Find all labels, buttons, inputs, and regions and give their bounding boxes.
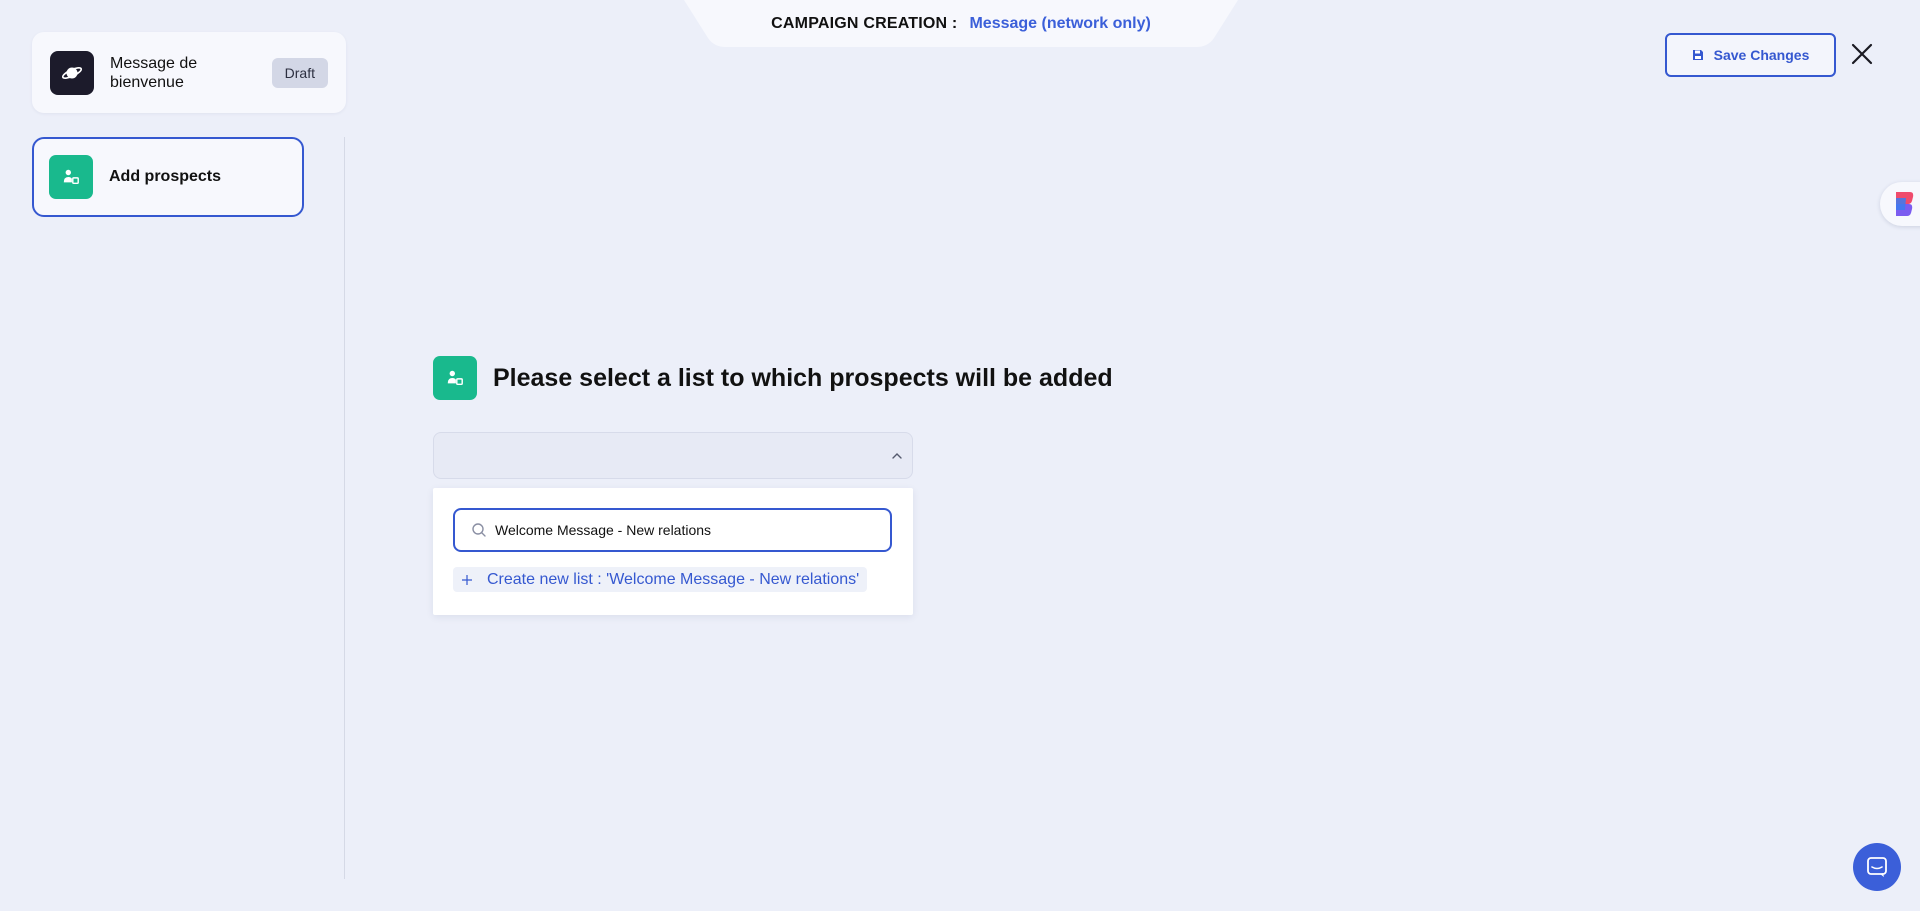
header-prefix: CAMPAIGN CREATION : (771, 14, 958, 32)
search-input[interactable] (495, 522, 875, 538)
app-logo-icon (1896, 192, 1914, 216)
person-list-icon (433, 356, 477, 400)
chat-button[interactable] (1853, 843, 1901, 891)
person-list-icon (49, 155, 93, 199)
list-select[interactable] (433, 432, 913, 479)
chat-icon (1867, 857, 1887, 877)
create-new-list-label: Create new list : 'Welcome Message - New… (487, 570, 860, 588)
search-icon (472, 523, 486, 537)
status-badge: Draft (271, 57, 328, 88)
step-add-prospects[interactable]: Add prospects (32, 137, 304, 217)
list-dropdown: Create new list : 'Welcome Message - New… (433, 488, 913, 615)
plus-icon (462, 574, 472, 585)
sidebar-divider (344, 137, 345, 879)
save-changes-label: Save Changes (1713, 47, 1810, 63)
side-widget[interactable] (1880, 182, 1920, 226)
floppy-icon (1692, 50, 1703, 60)
campaign-creation-header: CAMPAIGN CREATION : Message (network onl… (684, 0, 1238, 47)
header-tab-shape (684, 0, 1238, 47)
search-field[interactable] (453, 508, 892, 552)
planet-icon (50, 50, 94, 95)
close-icon (1851, 43, 1873, 65)
step-label: Add prospects (109, 168, 222, 185)
campaign-card[interactable]: Message de bienvenue Draft (32, 32, 346, 113)
create-new-list-option[interactable]: Create new list : 'Welcome Message - New… (453, 567, 868, 592)
campaign-title: Message de bienvenue (110, 54, 198, 91)
campaign-type: Message (network only) (969, 14, 1151, 32)
chevron-up-icon (892, 453, 902, 459)
close-button[interactable] (1848, 40, 1876, 68)
save-changes-button[interactable]: Save Changes (1665, 33, 1836, 77)
page-title: Please select a list to which prospects … (493, 364, 1113, 392)
